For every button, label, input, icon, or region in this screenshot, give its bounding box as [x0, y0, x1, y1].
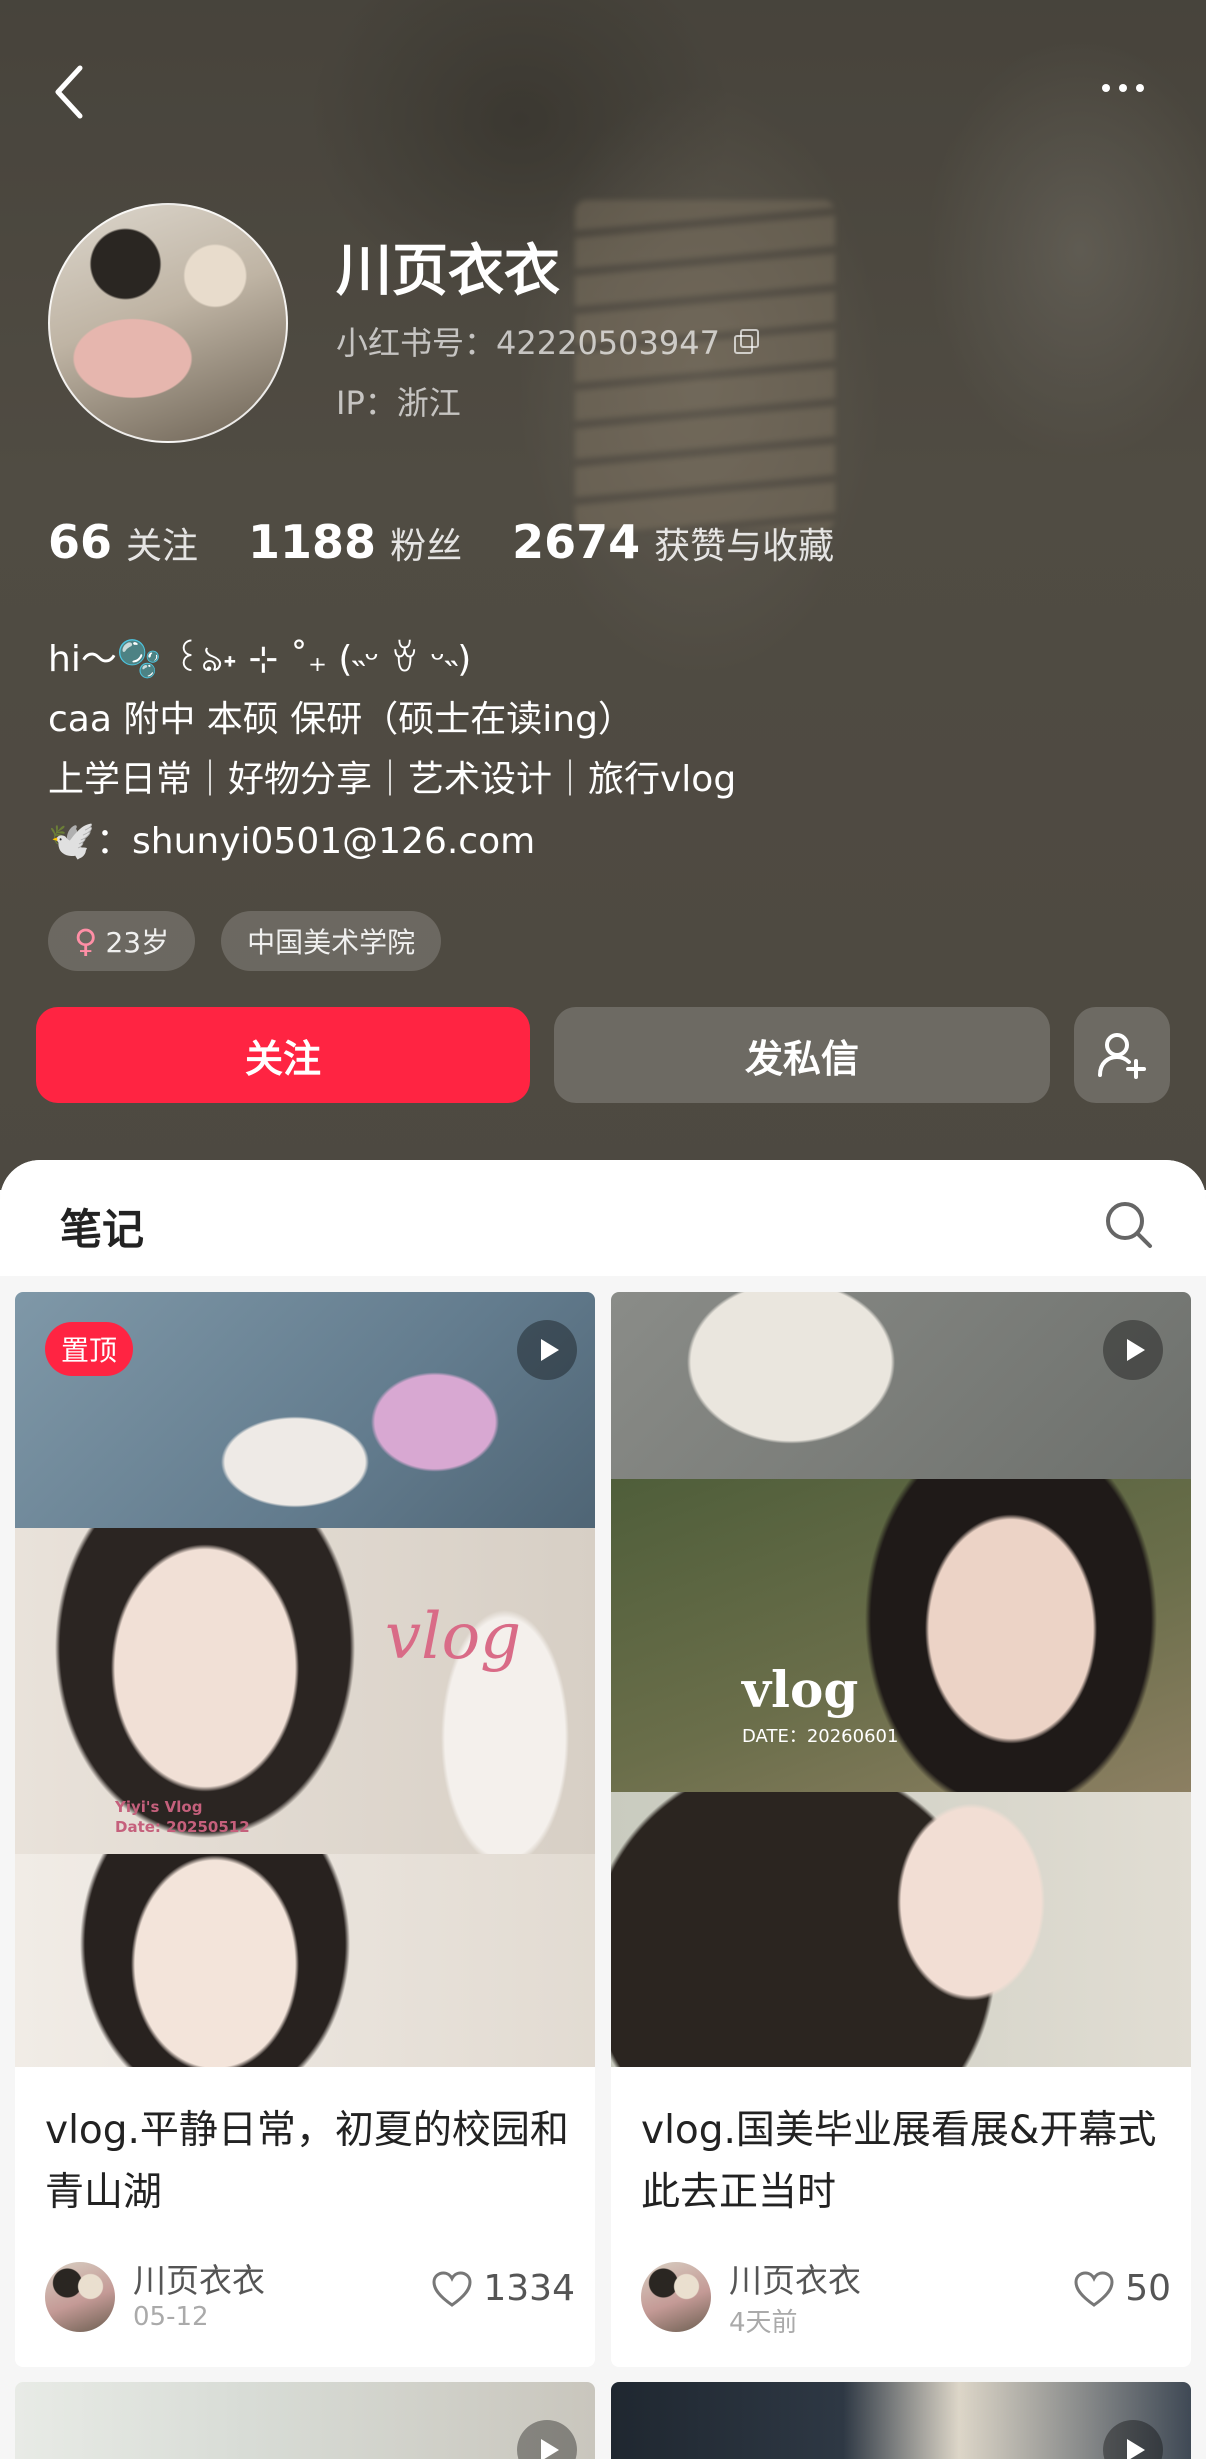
play-icon[interactable]: [1103, 1320, 1163, 1380]
post-date: 4天前: [729, 2308, 798, 2338]
bio-line: hi～🫧 ꒰ঌ˖ ⊹ ˚₊ (˵ᵕ ꈊ ᵕ˵): [48, 639, 472, 680]
more-dot: [1136, 84, 1144, 92]
author-avatar[interactable]: [641, 2262, 711, 2332]
cover-vlog-text: vlog: [385, 1600, 522, 1674]
heart-icon: [432, 2270, 472, 2307]
profile-header: 川页衣衣 小红书号：42220503947 IP：浙江 66 关注 1188 粉…: [0, 0, 1206, 1190]
stat-following[interactable]: 66 关注: [48, 515, 198, 569]
cover-caption-line: Date: 20250512: [115, 1818, 250, 1836]
dove-icon: 🕊️: [48, 818, 96, 862]
add-user-icon: [1098, 1033, 1146, 1079]
stat-following-count: 66: [48, 515, 113, 569]
tag-age-label: 23岁: [105, 926, 170, 959]
profile-stats: 66 关注 1188 粉丝 2674 获赞与收藏: [48, 515, 884, 569]
note-card[interactable]: [611, 2382, 1191, 2459]
note-title: vlog.平静日常，初夏的校园和青山湖: [45, 2108, 569, 2215]
bio-email: ：shunyi0501@126.com: [96, 821, 536, 862]
author-avatar[interactable]: [45, 2262, 115, 2332]
cover-vlog-text: vlog: [742, 1660, 859, 1719]
heart-icon: [1074, 2270, 1114, 2307]
ip-location: IP：浙江: [336, 384, 461, 422]
more-dot: [1119, 84, 1127, 92]
author-name[interactable]: 川页衣衣: [133, 2254, 265, 2302]
stat-likes-saves[interactable]: 2674 获赞与收藏: [512, 515, 834, 569]
author-name[interactable]: 川页衣衣: [729, 2254, 861, 2302]
cover-photo-portrait: [15, 1854, 595, 2067]
cover-photo-dress: [611, 1292, 1191, 1479]
profile-bio: hi～🫧 ꒰ঌ˖ ⊹ ˚₊ (˵ᵕ ꈊ ᵕ˵) caa 附中 本硕 保研（硕士在…: [48, 630, 736, 872]
back-button[interactable]: [44, 62, 94, 122]
cover-caption-line: Yiyi's Vlog: [115, 1798, 203, 1816]
red-id-row: 小红书号：42220503947: [336, 318, 759, 364]
note-cover: [15, 2382, 595, 2459]
stat-following-label: 关注: [126, 526, 199, 567]
note-title: vlog.国美毕业展看展&开幕式 此去正当时: [641, 2108, 1157, 2215]
more-options-button[interactable]: [1088, 68, 1158, 108]
cover-caption: DATE：20260601: [742, 1726, 899, 1747]
profile-tags: ♀ 23岁 中国美术学院: [48, 911, 442, 971]
stat-followers-label: 粉丝: [390, 526, 463, 567]
bio-line-email: 🕊️：shunyi0501@126.com: [48, 810, 736, 872]
like-count: 1334: [483, 2268, 575, 2309]
note-card[interactable]: vlog DATE：20260601 vlog.国美毕业展看展&开幕式 此去正当…: [611, 1292, 1191, 2367]
copy-icon[interactable]: [733, 329, 759, 354]
note-card[interactable]: vlog Yiyi's Vlog Date: 20250512 置顶 vlog.…: [15, 1292, 595, 2367]
stat-likes-count: 2674: [512, 515, 641, 569]
note-footer: 川页衣衣 05-12 1334: [45, 2254, 575, 2334]
bio-line: 上学日常｜好物分享｜艺术设计｜旅行vlog: [48, 759, 737, 800]
like-count: 50: [1125, 2268, 1171, 2309]
cover-caption: Yiyi's Vlog Date: 20250512: [115, 1797, 250, 1837]
bio-line: caa 附中 本硕 保研（硕士在读ing）: [48, 699, 634, 740]
chevron-left-icon: [55, 65, 83, 119]
red-id-text: 小红书号：42220503947: [336, 324, 720, 362]
profile-avatar[interactable]: [48, 203, 288, 443]
play-icon[interactable]: [517, 1320, 577, 1380]
cover-photo-portrait: [15, 1528, 595, 1854]
stat-followers-count: 1188: [248, 515, 377, 569]
tab-notes[interactable]: 笔记: [60, 1196, 144, 1257]
stat-followers[interactable]: 1188 粉丝: [248, 515, 462, 569]
note-cover: vlog DATE：20260601: [611, 1292, 1191, 2067]
like-button[interactable]: 1334: [431, 2268, 575, 2309]
pinned-badge: 置顶: [45, 1322, 134, 1376]
note-cover: vlog Yiyi's Vlog Date: 20250512 置顶: [15, 1292, 595, 2067]
notes-tabbar: 笔记: [0, 1160, 1206, 1276]
tag-school-label: 中国美术学院: [247, 926, 416, 959]
search-button[interactable]: [1102, 1198, 1156, 1252]
female-icon: ♀: [74, 922, 98, 960]
cover-photo-umbrella: [611, 1792, 1191, 2067]
tag-age: ♀ 23岁: [48, 911, 196, 971]
add-friend-button[interactable]: [1074, 1007, 1170, 1103]
profile-username: 川页衣衣: [336, 239, 560, 304]
more-dots-icon: [1102, 84, 1110, 92]
post-date: 05-12: [133, 2302, 209, 2332]
note-card[interactable]: [15, 2382, 595, 2459]
tag-school[interactable]: 中国美术学院: [221, 911, 442, 971]
cover-photo-portrait: [611, 1479, 1191, 1792]
search-icon: [1106, 1202, 1152, 1248]
message-button[interactable]: 发私信: [554, 1007, 1050, 1103]
note-footer: 川页衣衣 4天前 50: [641, 2254, 1171, 2338]
stat-likes-label: 获赞与收藏: [654, 526, 835, 567]
like-button[interactable]: 50: [1073, 2268, 1171, 2309]
follow-button[interactable]: 关注: [36, 1007, 530, 1103]
notes-panel: 笔记 vlog Yiyi's Vlog Date: 20250512 置顶 vl…: [0, 1160, 1206, 2459]
